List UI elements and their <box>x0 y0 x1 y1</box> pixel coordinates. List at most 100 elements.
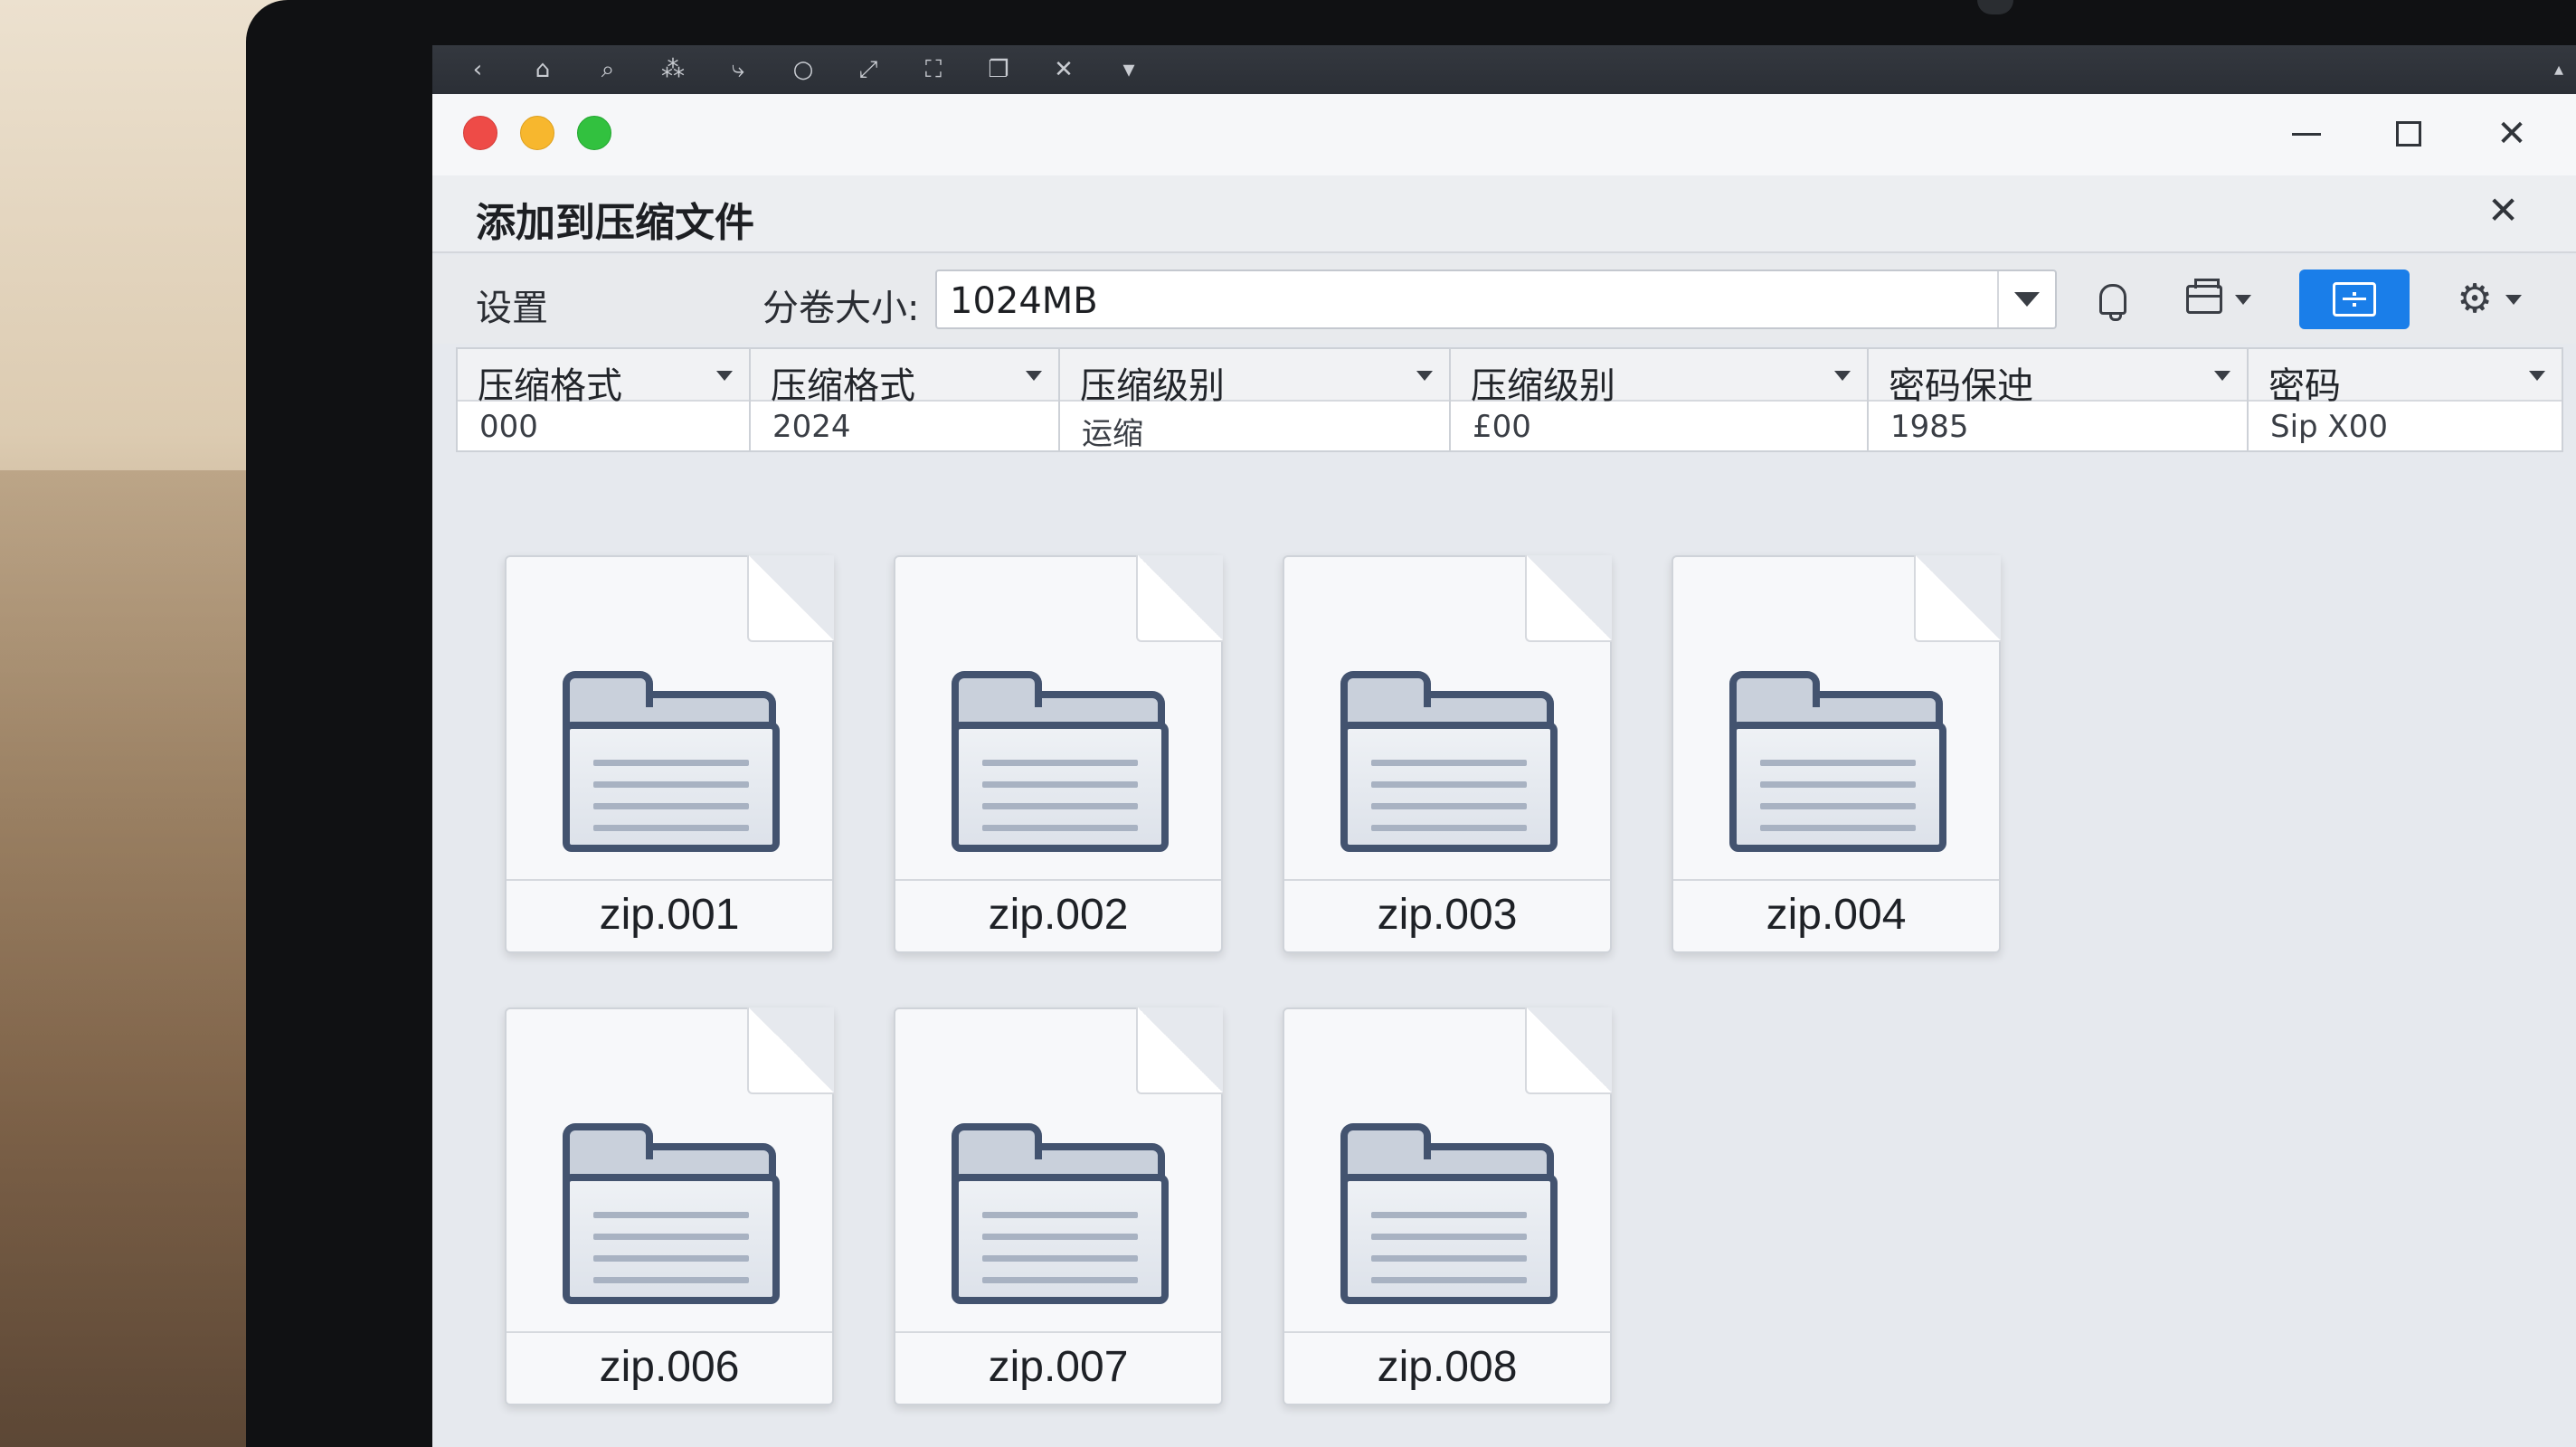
option-value[interactable]: 1985 <box>1890 409 1969 445</box>
zoom-icon[interactable]: ○ <box>771 45 836 94</box>
option-column[interactable]: 压缩级别 £00 <box>1451 349 1869 450</box>
divider <box>1284 1331 1610 1333</box>
divider <box>507 879 832 881</box>
minimize-button[interactable] <box>2279 109 2334 159</box>
settings-button[interactable]: ⚙ <box>2426 270 2552 329</box>
file-item[interactable]: zip.008 <box>1283 1007 1612 1405</box>
archive-folder-icon <box>563 1123 780 1304</box>
window-titlebar: ✕ <box>432 94 2576 175</box>
notification-button[interactable] <box>2079 270 2147 329</box>
divider <box>895 879 1221 881</box>
chevron-down-icon <box>716 371 733 381</box>
compress-button[interactable] <box>2299 270 2410 329</box>
file-name: zip.002 <box>988 891 1129 939</box>
divider <box>1284 879 1610 881</box>
file-item[interactable]: zip.001 <box>505 555 834 953</box>
file-grid: zip.001 zip.002 zip.003 zip.004 zip.006 … <box>432 497 2576 1447</box>
print-button[interactable] <box>2169 270 2268 329</box>
option-value[interactable]: Sip X00 <box>2270 409 2388 445</box>
options-table: 压缩格式 000 压缩格式 2024 压缩级别 运缩 压缩级别 £00 密码保迚… <box>456 347 2563 452</box>
chevron-down-icon <box>2014 292 2040 307</box>
close-traffic-light[interactable] <box>463 116 497 150</box>
option-header[interactable]: 压缩级别 <box>1451 349 1867 407</box>
chevron-down-icon <box>2235 294 2251 305</box>
option-header-label: 密码 <box>2268 365 2341 407</box>
share-icon[interactable]: ⤷ <box>706 45 771 94</box>
settings-label[interactable]: 设置 <box>476 279 548 331</box>
option-value[interactable]: 000 <box>479 409 538 445</box>
dialog-title: 添加到压缩文件 <box>476 200 754 246</box>
option-header[interactable]: 密码 <box>2249 349 2562 407</box>
archive-folder-icon <box>1340 1123 1558 1304</box>
fullscreen-icon[interactable]: ⛶ <box>901 45 966 94</box>
file-item[interactable]: zip.006 <box>505 1007 834 1405</box>
option-column[interactable]: 压缩格式 2024 <box>751 349 1060 450</box>
back-icon[interactable]: ‹ <box>445 45 510 94</box>
maximize-icon <box>2396 121 2421 147</box>
window-close-button[interactable]: ✕ <box>2485 109 2539 159</box>
chevron-down-icon <box>2505 294 2522 305</box>
option-header-label: 压缩格式 <box>771 365 915 407</box>
option-header[interactable]: 压缩级别 <box>1060 349 1449 407</box>
volume-size-combobox[interactable]: 1024MB <box>935 270 2057 329</box>
chevron-down-icon <box>1834 371 1851 381</box>
page-corner <box>1136 555 1223 642</box>
home-icon[interactable]: ⌂ <box>510 45 575 94</box>
search-icon[interactable]: ⌕ <box>575 45 640 94</box>
chevron-down-icon <box>2529 371 2545 381</box>
dialog-header: 添加到压缩文件 ✕ <box>432 175 2576 253</box>
file-item[interactable]: zip.003 <box>1283 555 1612 953</box>
settings-row: 设置 分卷大小: 1024MB ⚙ <box>432 255 2576 344</box>
option-header-label: 压缩级别 <box>1080 365 1225 407</box>
divider <box>895 1331 1221 1333</box>
option-column[interactable]: 密码保迚 1985 <box>1869 349 2249 450</box>
page-corner <box>1525 555 1612 642</box>
option-header[interactable]: 密码保迚 <box>1869 349 2247 407</box>
shuffle-icon[interactable]: ⁂ <box>640 45 706 94</box>
option-value[interactable]: £00 <box>1473 409 1531 445</box>
archive-folder-icon <box>1729 671 1946 852</box>
app-toolbar: ‹ ⌂ ⌕ ⁂ ⤷ ○ ⤢ ⛶ ❐ ✕ ▾ ▴ <box>432 45 2576 94</box>
file-item[interactable]: zip.004 <box>1672 555 2001 953</box>
minimize-traffic-light[interactable] <box>520 116 554 150</box>
bell-icon <box>2099 284 2126 321</box>
option-column[interactable]: 密码 Sip X00 <box>2249 349 2562 450</box>
option-header-label: 密码保迚 <box>1889 365 2033 407</box>
page-corner <box>1914 555 2001 642</box>
chevron-down-icon <box>2214 371 2230 381</box>
tools-icon[interactable]: ✕ <box>1031 45 1096 94</box>
option-header[interactable]: 压缩格式 <box>751 349 1058 407</box>
file-name: zip.007 <box>988 1343 1129 1391</box>
webcam <box>1977 0 2013 14</box>
divider <box>507 1331 832 1333</box>
page-corner <box>747 1007 834 1094</box>
dialog-close-icon[interactable]: ✕ <box>2487 192 2519 230</box>
option-header[interactable]: 压缩格式 <box>458 349 749 407</box>
printer-icon <box>2186 279 2222 314</box>
more-icon[interactable]: ▾ <box>1096 45 1161 94</box>
option-value[interactable]: 运缩 <box>1082 409 1143 453</box>
file-name: zip.004 <box>1766 891 1907 939</box>
screen: ‹ ⌂ ⌕ ⁂ ⤷ ○ ⤢ ⛶ ❐ ✕ ▾ ▴ ✕ 添加到压缩文件 ✕ 设置 分… <box>432 45 2576 1447</box>
volume-size-dropdown[interactable] <box>1997 271 2055 327</box>
maximize-button[interactable] <box>2382 109 2436 159</box>
collapse-icon[interactable]: ▴ <box>2554 58 2563 80</box>
option-column[interactable]: 压缩级别 运缩 <box>1060 349 1451 453</box>
minimize-icon <box>2292 132 2321 136</box>
volume-size-value[interactable]: 1024MB <box>950 280 1098 322</box>
file-name: zip.001 <box>599 891 740 939</box>
file-item[interactable]: zip.002 <box>894 555 1223 953</box>
option-value[interactable]: 2024 <box>772 409 851 445</box>
file-name: zip.006 <box>599 1343 740 1391</box>
page-corner <box>747 555 834 642</box>
expand-icon[interactable]: ⤢ <box>836 45 901 94</box>
chevron-down-icon <box>1416 371 1433 381</box>
option-header-label: 压缩级别 <box>1471 365 1615 407</box>
window-icon[interactable]: ❐ <box>966 45 1031 94</box>
file-item[interactable]: zip.007 <box>894 1007 1223 1405</box>
close-icon: ✕ <box>2496 113 2527 155</box>
zoom-traffic-light[interactable] <box>577 116 611 150</box>
archive-folder-icon <box>952 671 1169 852</box>
option-column[interactable]: 压缩格式 000 <box>458 349 751 450</box>
archive-folder-icon <box>563 671 780 852</box>
